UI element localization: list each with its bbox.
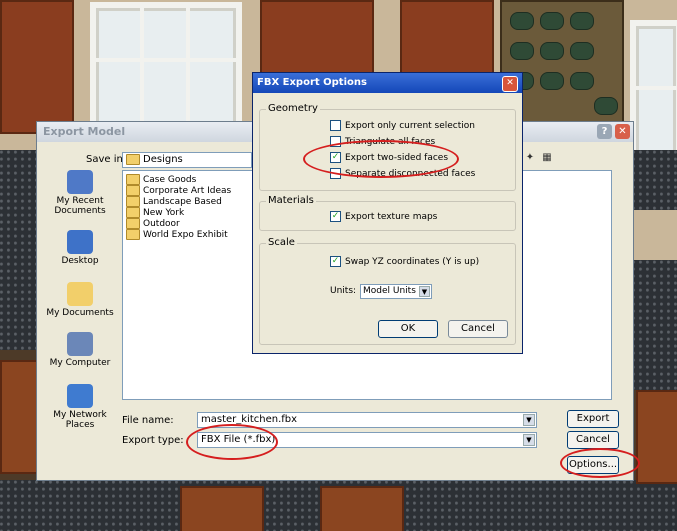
- texture-maps-checkbox[interactable]: ✓ Export texture maps: [330, 211, 437, 222]
- upper-cabinet: [260, 0, 374, 76]
- fbx-export-options-dialog: FBX Export Options ✕ Geometry Export onl…: [252, 72, 523, 354]
- file-name-label: File name:: [122, 415, 174, 426]
- places-bar: My Recent Documents Desktop My Documents…: [41, 170, 119, 440]
- checkbox-unchecked[interactable]: [330, 120, 341, 131]
- place-label: Desktop: [61, 256, 99, 266]
- list-item[interactable]: Corporate Art Ideas: [126, 185, 231, 196]
- place-network-places[interactable]: My Network Places: [41, 384, 119, 430]
- folder-icon: [126, 153, 140, 165]
- granite-counter: [0, 150, 40, 350]
- chevron-down-icon[interactable]: ▼: [523, 434, 535, 446]
- new-folder-icon[interactable]: ✦: [523, 152, 537, 164]
- list-item[interactable]: Outdoor: [126, 218, 180, 229]
- list-item[interactable]: New York: [126, 207, 184, 218]
- folder-icon: [126, 229, 140, 240]
- place-my-computer[interactable]: My Computer: [41, 332, 119, 368]
- granite-counter: [632, 260, 677, 390]
- materials-group-label: Materials: [266, 195, 316, 206]
- folder-icon: [126, 207, 140, 218]
- materials-group: Materials ✓ Export texture maps: [259, 195, 516, 231]
- place-label: My Recent Documents: [54, 196, 106, 216]
- recent-documents-icon: [67, 170, 93, 194]
- save-in-dropdown[interactable]: Designs: [122, 152, 252, 168]
- close-button[interactable]: ✕: [615, 124, 630, 139]
- upper-cabinet: [400, 0, 494, 76]
- network-places-icon: [67, 384, 93, 408]
- annotation-circle: [560, 448, 640, 478]
- export-button[interactable]: Export: [567, 410, 619, 428]
- place-desktop[interactable]: Desktop: [41, 230, 119, 266]
- export-selection-checkbox[interactable]: Export only current selection: [330, 120, 475, 131]
- scale-group: Scale ✓ Swap YZ coordinates (Y is up) Uni…: [259, 237, 516, 345]
- folder-icon: [126, 218, 140, 229]
- lower-cabinet: [636, 390, 677, 484]
- desktop-icon: [67, 230, 93, 254]
- chevron-down-icon[interactable]: ▼: [523, 414, 535, 426]
- place-label: My Computer: [49, 358, 111, 368]
- dialog-title: FBX Export Options: [257, 77, 367, 88]
- chevron-down-icon[interactable]: ▼: [419, 286, 430, 297]
- view-menu-icon[interactable]: ▦: [540, 152, 554, 164]
- save-in-value: Designs: [143, 154, 183, 165]
- granite-counter: [632, 150, 677, 210]
- geometry-group-label: Geometry: [266, 103, 320, 114]
- lower-cabinet: [320, 486, 404, 531]
- help-button[interactable]: ?: [597, 124, 612, 139]
- close-button[interactable]: ✕: [502, 76, 518, 92]
- dialog-title: Export Model: [43, 125, 126, 138]
- lower-cabinet: [0, 360, 38, 474]
- place-label: My Network Places: [53, 410, 107, 430]
- kitchen-window: [630, 20, 677, 162]
- scale-group-label: Scale: [266, 237, 297, 248]
- units-dropdown[interactable]: Model Units ▼: [360, 284, 432, 299]
- place-recent-documents[interactable]: My Recent Documents: [41, 170, 119, 216]
- save-in-label: Save in:: [86, 154, 127, 165]
- file-name-value: master_kitchen.fbx: [201, 414, 298, 425]
- upper-cabinet: [0, 0, 74, 134]
- folder-icon: [126, 185, 140, 196]
- units-value: Model Units: [363, 286, 416, 296]
- export-type-label: Export type:: [122, 435, 184, 446]
- units-label: Units:: [330, 286, 357, 296]
- place-label: My Documents: [46, 308, 114, 318]
- list-item[interactable]: World Expo Exhibit: [126, 229, 228, 240]
- list-item[interactable]: Landscape Based: [126, 196, 222, 207]
- lower-cabinet: [180, 486, 264, 531]
- swap-yz-checkbox[interactable]: ✓ Swap YZ coordinates (Y is up): [330, 256, 479, 267]
- checkmark-icon[interactable]: ✓: [330, 256, 341, 267]
- folder-icon: [126, 174, 140, 185]
- folder-icon: [126, 196, 140, 207]
- fbx-cancel-button[interactable]: Cancel: [448, 320, 508, 338]
- list-item[interactable]: Case Goods: [126, 174, 196, 185]
- kitchen-window: [90, 2, 242, 132]
- ok-button[interactable]: OK: [378, 320, 438, 338]
- fbx-dialog-titlebar[interactable]: FBX Export Options ✕: [253, 73, 522, 93]
- cancel-button[interactable]: Cancel: [567, 431, 619, 449]
- checkmark-icon[interactable]: ✓: [330, 211, 341, 222]
- place-my-documents[interactable]: My Documents: [41, 282, 119, 318]
- annotation-circle: [186, 424, 278, 460]
- my-computer-icon: [67, 332, 93, 356]
- my-documents-icon: [67, 282, 93, 306]
- annotation-circle: [303, 140, 459, 178]
